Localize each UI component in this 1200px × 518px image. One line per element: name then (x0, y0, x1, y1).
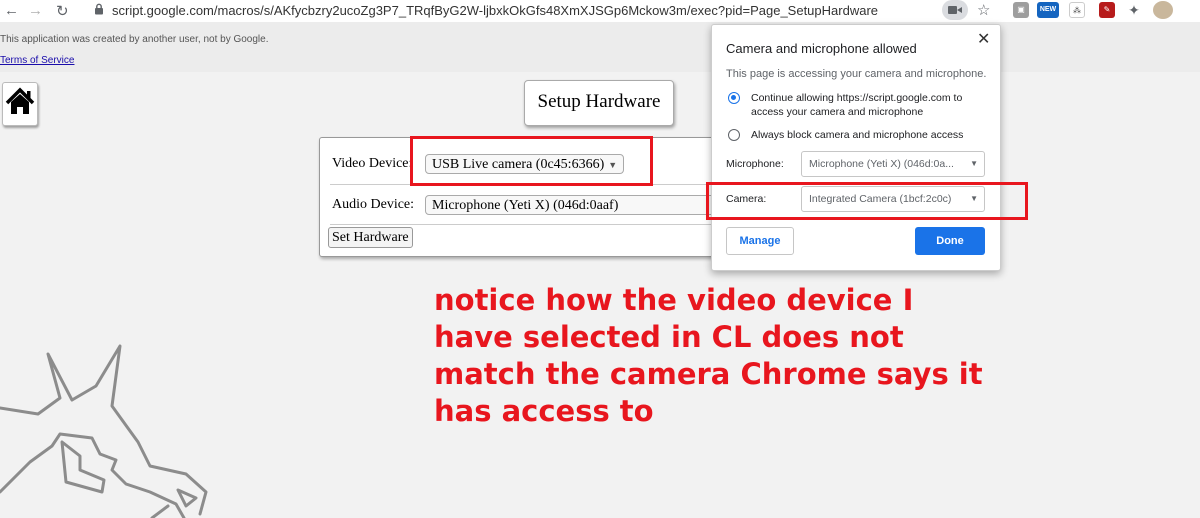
llama-logo (0, 344, 208, 518)
annotation-line: match the camera Chrome says it (434, 357, 983, 391)
back-icon[interactable]: ← (4, 2, 19, 19)
video-device-highlight (410, 136, 653, 186)
done-button[interactable]: Done (915, 227, 985, 255)
lock-icon[interactable] (94, 3, 104, 18)
extension-icon-3[interactable]: ⁂ (1069, 2, 1085, 18)
manage-button[interactable]: Manage (726, 227, 794, 255)
address-bar[interactable]: script.google.com/macros/s/AKfycbzry2uco… (112, 3, 878, 18)
forward-icon[interactable]: → (28, 2, 43, 19)
annotation-line: notice how the video device I (434, 283, 914, 317)
allow-option-label[interactable]: Continue allowing https://script.google.… (751, 91, 989, 119)
banner-notice: This application was created by another … (0, 34, 269, 45)
video-device-label: Video Device: (332, 156, 413, 171)
annotation-text: notice how the video device I have selec… (434, 282, 1034, 430)
extensions-icon[interactable]: ✦ (1126, 2, 1142, 18)
block-radio[interactable] (728, 129, 740, 141)
microphone-value: Microphone (Yeti X) (046d:0a... (809, 158, 954, 170)
popup-subtitle: This page is accessing your camera and m… (726, 68, 987, 80)
pdf-extension-icon[interactable]: ✎ (1099, 2, 1115, 18)
block-option-label[interactable]: Always block camera and microphone acces… (751, 128, 989, 142)
annotation-line: have selected in CL does not (434, 320, 904, 354)
camera-icon[interactable] (942, 0, 968, 20)
home-button[interactable] (2, 82, 38, 126)
reload-icon[interactable]: ↻ (56, 2, 69, 20)
camera-highlight (706, 182, 1028, 220)
microphone-select[interactable]: Microphone (Yeti X) (046d:0a... ▼ (801, 151, 985, 177)
browser-toolbar: ← → ↻ script.google.com/macros/s/AKfycbz… (0, 0, 1200, 23)
microphone-label: Microphone: (726, 158, 784, 170)
popup-title: Camera and microphone allowed (726, 41, 917, 56)
extension-icon-1[interactable]: ▣ (1013, 2, 1029, 18)
notice-banner: This application was created by another … (0, 22, 1200, 72)
annotation-line: has access to (434, 394, 654, 428)
camera-permission-popup: Camera and microphone allowed ✕ This pag… (711, 24, 1001, 271)
allow-radio[interactable] (728, 92, 740, 104)
audio-device-select[interactable]: Microphone (Yeti X) (046d:0aaf) (425, 195, 725, 215)
home-icon (5, 87, 35, 114)
set-hardware-button[interactable]: Set Hardware (328, 227, 413, 248)
audio-device-label: Audio Device: (332, 197, 415, 212)
page-title: Setup Hardware (524, 80, 674, 126)
avatar[interactable] (1153, 1, 1173, 19)
audio-device-value: Microphone (Yeti X) (046d:0aaf) (432, 198, 619, 213)
terms-of-service-link[interactable]: Terms of Service (0, 55, 74, 66)
star-icon[interactable]: ☆ (977, 1, 990, 19)
close-icon[interactable]: ✕ (977, 29, 990, 49)
extension-icon-new[interactable]: NEW (1037, 2, 1059, 18)
chevron-down-icon: ▼ (970, 159, 978, 168)
